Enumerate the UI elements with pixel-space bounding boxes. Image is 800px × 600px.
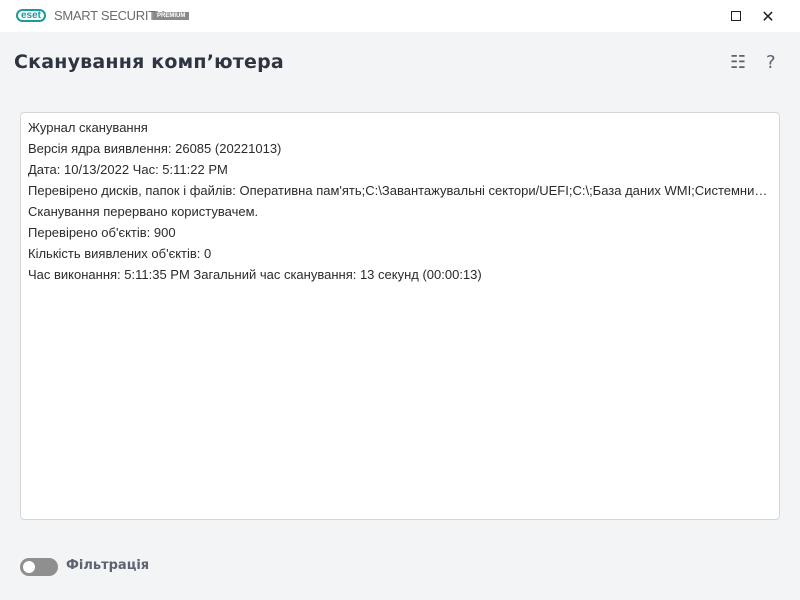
- close-button[interactable]: ✕: [753, 4, 783, 28]
- toggle-knob: [23, 561, 35, 573]
- log-line: Кількість виявлених об'єктів: 0: [28, 246, 212, 261]
- edition-badge: PREMIUM: [153, 12, 190, 20]
- log-line: Дата: 10/13/2022 Час: 5:11:22 PM: [28, 162, 228, 177]
- maximize-button[interactable]: [721, 4, 751, 28]
- log-line: Час виконання: 5:11:35 PM Загальний час …: [28, 267, 482, 282]
- page-title: Сканування комп’ютера: [14, 51, 284, 73]
- list-view-icon[interactable]: ☷: [730, 52, 746, 73]
- eset-logo: eset: [16, 9, 47, 22]
- close-icon: ✕: [761, 6, 775, 26]
- product-name: SMART SECURITY: [54, 8, 165, 23]
- filter-toggle[interactable]: [20, 558, 58, 576]
- scan-log-panel[interactable]: Журнал сканування Версія ядра виявлення:…: [20, 112, 780, 520]
- log-line: Сканування перервано користувачем.: [28, 204, 259, 219]
- maximize-icon: [731, 11, 741, 21]
- filter-label: Фільтрація: [66, 558, 150, 573]
- title-bar: eset SMART SECURITY PREMIUM ✕: [0, 0, 800, 32]
- log-line: Журнал сканування: [28, 120, 148, 135]
- help-icon[interactable]: ?: [766, 52, 776, 73]
- log-line: Перевірено об'єктів: 900: [28, 225, 176, 240]
- log-line: Перевірено дисків, папок і файлів: Опера…: [28, 183, 772, 198]
- log-line: Версія ядра виявлення: 26085 (20221013): [28, 141, 282, 156]
